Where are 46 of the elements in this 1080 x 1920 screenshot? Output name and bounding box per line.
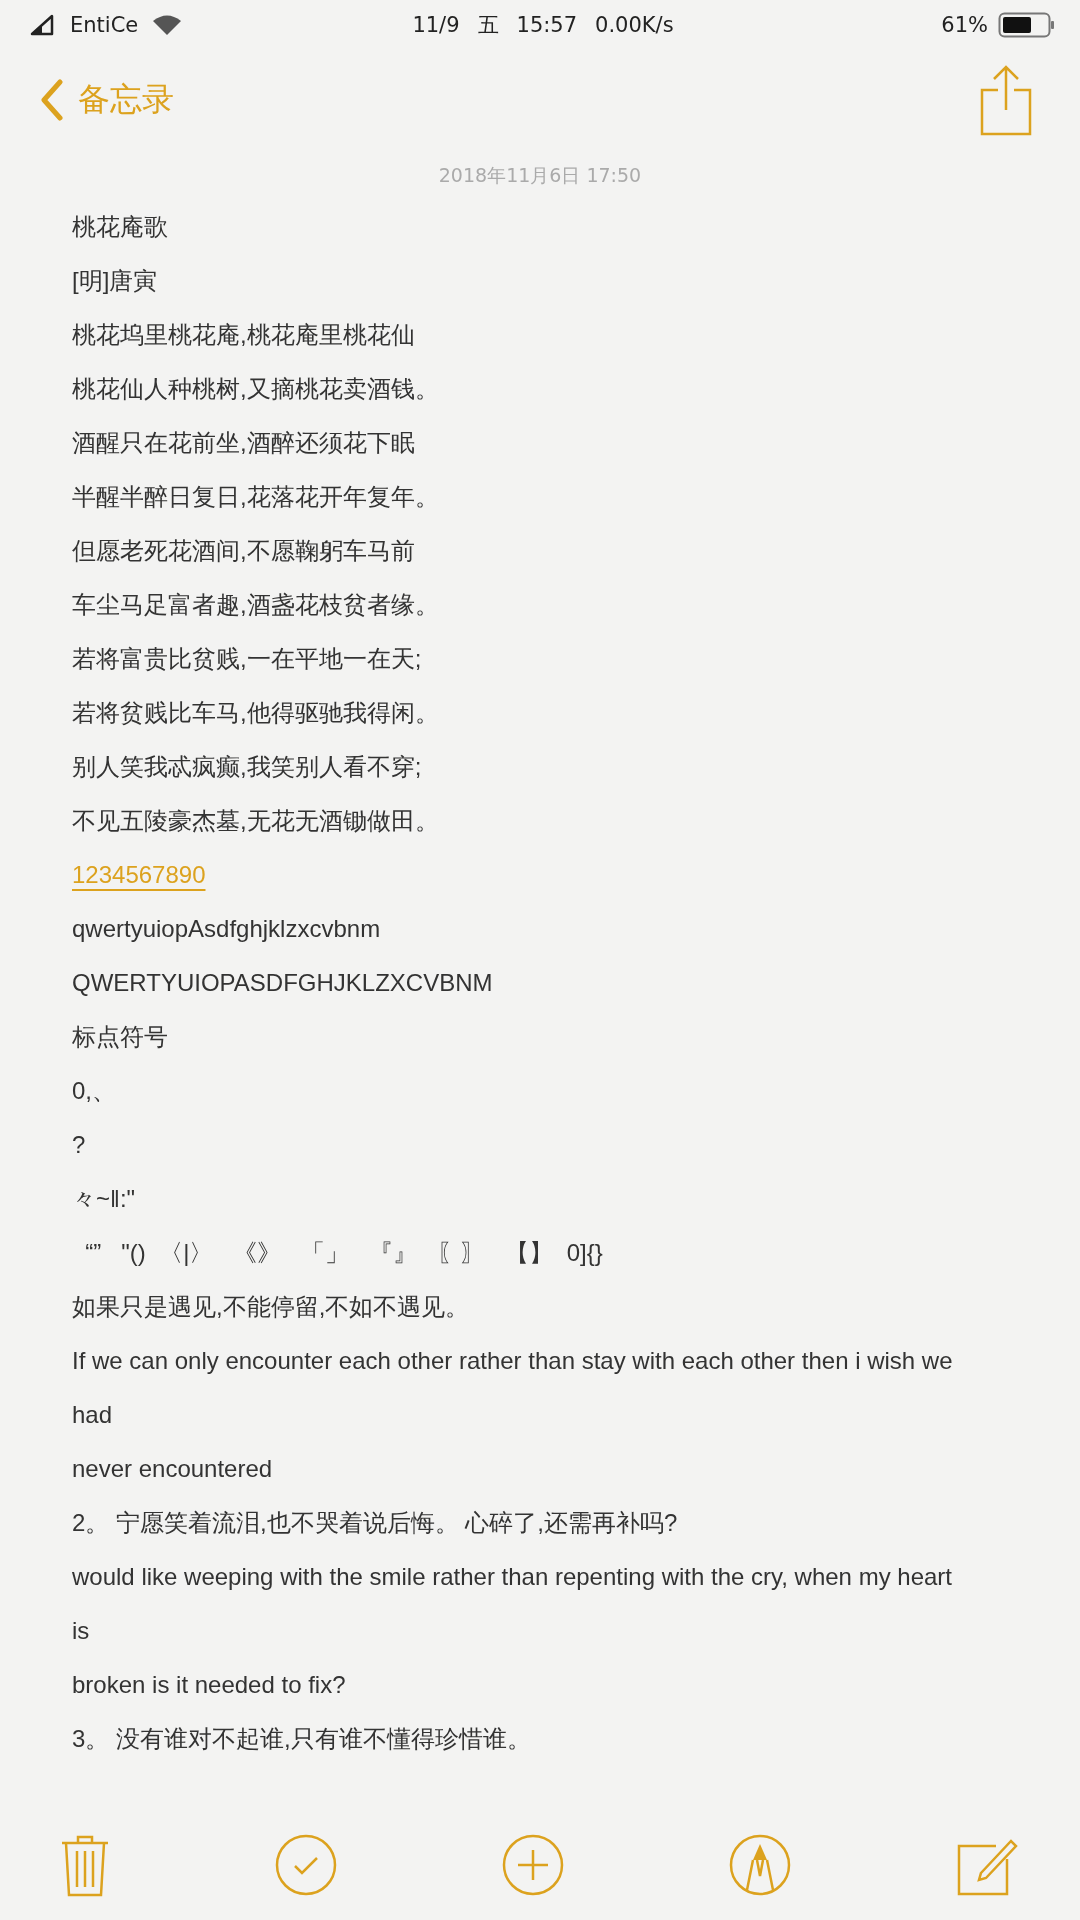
signal-icon xyxy=(30,14,56,36)
note-line: 桃花仙人种桃树,又摘桃花卖酒钱。 xyxy=(72,375,439,402)
note-line: If we can only encounter each other rather than stay with each other then i wish we xyxy=(72,1347,953,1374)
chevron-icon xyxy=(40,79,64,121)
note-line: is xyxy=(72,1617,90,1644)
note-line: 0,、 xyxy=(72,1077,116,1104)
note-line: 若将贫贱比车马,他得驱驰我得闲。 xyxy=(72,699,439,726)
network-speed: 0.00K/s xyxy=(595,13,674,37)
note-line: 别人笑我忒疯癫,我笑别人看不穿; xyxy=(72,753,422,780)
note-line: 2。 宁愿笑着流泪,也不哭着说后悔。 心碎了,还需再补吗? xyxy=(72,1509,678,1536)
note-line: [明]唐寅 xyxy=(72,267,158,294)
note-line: 若将富贵比贫贱,一在平地一在天; xyxy=(72,645,422,672)
checkmark-circle-icon[interactable] xyxy=(275,1834,337,1896)
note-line: would like weeping with the smile rather than repenting with the cry, when my heart xyxy=(72,1563,952,1590)
note-line: 车尘马足富者趣,酒盏花枝贫者缘。 xyxy=(72,591,439,618)
note-line: qwertyuiopAsdfghjklzxcvbnm xyxy=(72,915,381,942)
note-timestamp: 2018年11月6日 17:50 xyxy=(437,163,643,188)
note-line: had xyxy=(72,1401,113,1428)
trash-icon[interactable] xyxy=(60,1833,110,1897)
pen-circle-icon[interactable] xyxy=(729,1834,791,1896)
status-date: 11/9 xyxy=(412,13,460,37)
status-weekday: 五 xyxy=(477,12,499,39)
note-link[interactable]: 1234567890 xyxy=(72,861,206,888)
note-line: 々~‖:" xyxy=(72,1185,136,1212)
note-line: broken is it needed to fix? xyxy=(72,1671,346,1698)
wifi-icon xyxy=(152,14,183,36)
add-circle-icon[interactable] xyxy=(502,1834,564,1896)
back-button[interactable]: 备忘录 xyxy=(40,78,174,122)
note-line: 不见五陵豪杰墓,无花无酒锄做田。 xyxy=(72,807,439,834)
battery-icon xyxy=(998,12,1056,38)
note-line: 半醒半醉日复日,花落花开年复年。 xyxy=(72,483,439,510)
carrier-name: EntiCe xyxy=(70,13,139,37)
note-line: never encountered xyxy=(72,1455,273,1482)
status-time: 15:57 xyxy=(516,13,578,37)
note-line: 如果只是遇见,不能停留,不如不遇见。 xyxy=(72,1293,470,1320)
battery-percent: 61% xyxy=(941,13,988,37)
note-line: 但愿老死花酒间,不愿鞠躬车马前 xyxy=(72,537,415,564)
share-icon[interactable] xyxy=(980,64,1032,136)
note-line: 酒醒只在花前坐,酒醉还须花下眠 xyxy=(72,429,415,456)
note-line: 标点符号 xyxy=(72,1023,168,1050)
note-line: 桃花庵歌 xyxy=(72,213,168,240)
note-line: ? xyxy=(72,1131,86,1158)
note-line: “” "() 〈|〉 《》 「」 『』 〖〗 【】 0]{} xyxy=(84,1239,603,1266)
note-line: 桃花坞里桃花庵,桃花庵里桃花仙 xyxy=(72,321,415,348)
note-line: 3。 没有谁对不起谁,只有谁不懂得珍惜谁。 xyxy=(72,1725,531,1752)
note-line: QWERTYUIOPASDFGHJKLZXCVBNM xyxy=(72,969,493,996)
